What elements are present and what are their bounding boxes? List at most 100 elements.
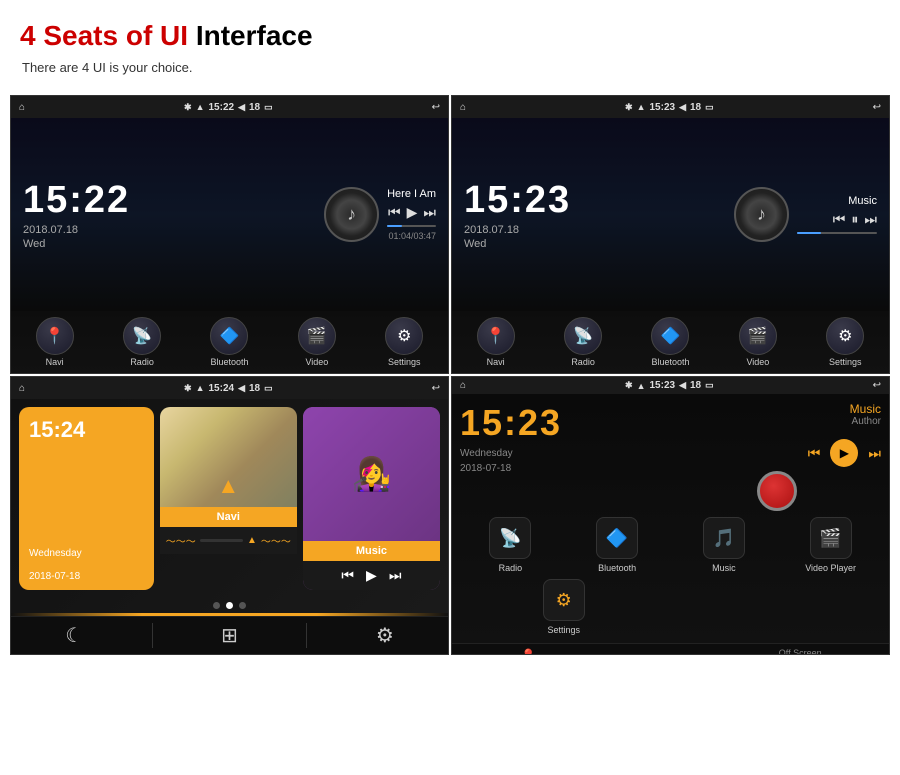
settings-icon-3[interactable]: ⚙ bbox=[376, 623, 394, 648]
p4-app-bluetooth[interactable]: 🔷 Bluetooth bbox=[567, 517, 668, 573]
nav-settings-2[interactable]: ⚙ Settings bbox=[826, 317, 864, 367]
signal-icon-3: ▲ bbox=[196, 383, 205, 393]
p4-apps-icon: ⊞ bbox=[652, 654, 664, 655]
music-disc-1: ♪ bbox=[324, 187, 379, 242]
navi-icon-1: 📍 bbox=[36, 317, 74, 355]
p4-app-music[interactable]: 🎵 Music bbox=[674, 517, 775, 573]
p4-prev[interactable]: ⏮ bbox=[808, 445, 821, 462]
status-bar-1: ⌂ ✱ ▲ 15:22 ◀ 18 ▭ ↩ bbox=[11, 96, 448, 118]
p4-app-radio[interactable]: 📡 Radio bbox=[460, 517, 561, 573]
navi-progress-bar bbox=[200, 539, 243, 542]
clock-date-2: 2018.07.18 bbox=[464, 224, 571, 236]
next-icon-1[interactable]: ⏭ bbox=[423, 204, 436, 221]
bluetooth-icon-nav-1: 🔷 bbox=[210, 317, 248, 355]
back-icon-4[interactable]: ↩ bbox=[873, 380, 881, 391]
p4-app-settings[interactable]: ⚙ Settings bbox=[460, 579, 668, 635]
p4-nav-offscreen[interactable]: Off Screen ☾ bbox=[779, 648, 822, 655]
p4-app-video[interactable]: 🎬 Video Player bbox=[780, 517, 881, 573]
moon-icon-3[interactable]: ☾ bbox=[65, 623, 83, 648]
music-info-1: Here I Am ⏮ ▶ ⏭ 01:04/03:47 bbox=[387, 188, 436, 241]
nav-bluetooth-1[interactable]: 🔷 Bluetooth bbox=[210, 317, 248, 367]
back-icon-1[interactable]: ↩ bbox=[432, 102, 440, 113]
music-prev-3[interactable]: ⏮ bbox=[341, 567, 354, 584]
p4-radio-icon: 📡 bbox=[489, 517, 531, 559]
grid-icon-3[interactable]: ⊞ bbox=[221, 623, 238, 648]
p4-controls[interactable]: ⏮ ▶ ⏭ bbox=[808, 439, 881, 467]
bluetooth-icon-nav-2: 🔷 bbox=[651, 317, 689, 355]
panel-2: ⌂ ✱ ▲ 15:23 ◀ 18 ▭ ↩ 15:23 2018.07.18 We… bbox=[451, 95, 890, 374]
screen-icon-1: ▭ bbox=[264, 102, 273, 113]
prev-icon-2[interactable]: ⏮ bbox=[833, 211, 846, 228]
page-dots bbox=[11, 598, 448, 613]
time-card: 15:24 Wednesday 2018-07-18 bbox=[19, 407, 154, 590]
nav-video-1[interactable]: 🎬 Video bbox=[298, 317, 336, 367]
p4-offscreen-text: Off Screen bbox=[779, 648, 822, 655]
nav-bluetooth-2[interactable]: 🔷 Bluetooth bbox=[651, 317, 689, 367]
dot-2 bbox=[226, 602, 233, 609]
pause-icon-2[interactable]: ⏸ bbox=[851, 211, 858, 228]
back-icon-2[interactable]: ↩ bbox=[873, 102, 881, 113]
music-widget-2: ♪ Music ⏮ ⏸ ⏭ bbox=[571, 187, 877, 242]
radio-icon-1: 📡 bbox=[123, 317, 161, 355]
music-card[interactable]: 👩‍🎤 Music ⏮ ▶ ⏭ bbox=[303, 407, 440, 590]
nav-bluetooth-label-2: Bluetooth bbox=[651, 357, 689, 367]
p4-nav-navi[interactable]: 📍 Navi bbox=[519, 648, 537, 655]
next-icon-2[interactable]: ⏭ bbox=[864, 211, 877, 228]
dot-1 bbox=[213, 602, 220, 609]
music-progress-bar-1 bbox=[387, 225, 402, 227]
nav-video-label-1: Video bbox=[305, 357, 328, 367]
nav-radio-2[interactable]: 📡 Radio bbox=[564, 317, 602, 367]
navi-card[interactable]: ▲ Navi 〜〜〜 ▲ 〜〜〜 bbox=[160, 407, 297, 590]
music-controls-2[interactable]: ⏮ ⏸ ⏭ bbox=[797, 211, 877, 228]
navi-label: Navi bbox=[160, 507, 297, 527]
battery-3: 18 bbox=[249, 383, 260, 394]
status-bar-4: ⌂ ✱ ▲ 15:23 ◀ 18 ▭ ↩ bbox=[452, 377, 889, 394]
back-icon-3[interactable]: ↩ bbox=[432, 383, 440, 394]
p4-apps: 📡 Radio 🔷 Bluetooth 🎵 Music 🎬 Video Play… bbox=[460, 517, 881, 635]
music-widget-1: ♪ Here I Am ⏮ ▶ ⏭ 01:04/03:47 bbox=[130, 187, 436, 242]
panel-4-main: 15:23 Wednesday 2018-07-18 Music Author … bbox=[452, 394, 889, 643]
p4-nav-apps[interactable]: ⊞ bbox=[652, 654, 664, 655]
music-play-3[interactable]: ▶ bbox=[366, 567, 377, 584]
nav-video-2[interactable]: 🎬 Video bbox=[739, 317, 777, 367]
clock-section-1: 15:22 2018.07.18 Wed bbox=[23, 179, 130, 250]
nav-navi-1[interactable]: 📍 Navi bbox=[36, 317, 74, 367]
page-header: 4 Seats of UI Interface There are 4 UI i… bbox=[0, 0, 900, 85]
music-progress-2 bbox=[797, 232, 877, 234]
p4-next[interactable]: ⏭ bbox=[868, 445, 881, 462]
signal-icon-4: ▲ bbox=[637, 381, 646, 391]
nav-settings-1[interactable]: ⚙ Settings bbox=[385, 317, 423, 367]
volume-icon-4: ◀ bbox=[679, 380, 686, 391]
nav-bluetooth-label-1: Bluetooth bbox=[210, 357, 248, 367]
nav-video-label-2: Video bbox=[746, 357, 769, 367]
panel-3-bottom: ☾ ⊞ ⚙ bbox=[11, 616, 448, 654]
screen-icon-4: ▭ bbox=[705, 380, 714, 391]
big-clock-1: 15:22 bbox=[23, 179, 130, 222]
music-next-3[interactable]: ⏭ bbox=[389, 567, 402, 584]
play-icon-1[interactable]: ▶ bbox=[407, 204, 418, 221]
volume-icon-2: ◀ bbox=[679, 102, 686, 113]
nav-settings-label-1: Settings bbox=[388, 357, 421, 367]
music-controls-1[interactable]: ⏮ ▶ ⏭ bbox=[387, 204, 436, 221]
panel-3-main: 15:24 Wednesday 2018-07-18 ▲ Navi 〜〜〜 ▲ … bbox=[11, 399, 448, 613]
video-icon-2: 🎬 bbox=[739, 317, 777, 355]
prev-icon-1[interactable]: ⏮ bbox=[388, 204, 401, 221]
time-3: 15:24 bbox=[208, 383, 234, 394]
time-4: 15:23 bbox=[649, 380, 675, 391]
status-bar-3: ⌂ ✱ ▲ 15:24 ◀ 18 ▭ ↩ bbox=[11, 377, 448, 399]
time-1: 15:22 bbox=[208, 102, 234, 113]
music-info-2: Music ⏮ ⏸ ⏭ bbox=[797, 195, 877, 234]
battery-4: 18 bbox=[690, 380, 701, 391]
p4-big-clock: 15:23 bbox=[460, 402, 668, 444]
screen-icon-2: ▭ bbox=[705, 102, 714, 113]
nav-radio-label-2: Radio bbox=[571, 357, 595, 367]
nav-navi-2[interactable]: 📍 Navi bbox=[477, 317, 515, 367]
music-card-controls[interactable]: ⏮ ▶ ⏭ bbox=[303, 561, 440, 590]
music-title-1: Here I Am bbox=[387, 188, 436, 200]
nav-radio-label-1: Radio bbox=[130, 357, 154, 367]
p4-play[interactable]: ▶ bbox=[830, 439, 858, 467]
nav-radio-1[interactable]: 📡 Radio bbox=[123, 317, 161, 367]
home-icon-4: ⌂ bbox=[460, 380, 466, 391]
p4-music-label-2: Music bbox=[712, 563, 736, 573]
p4-video-label: Video Player bbox=[805, 563, 856, 573]
